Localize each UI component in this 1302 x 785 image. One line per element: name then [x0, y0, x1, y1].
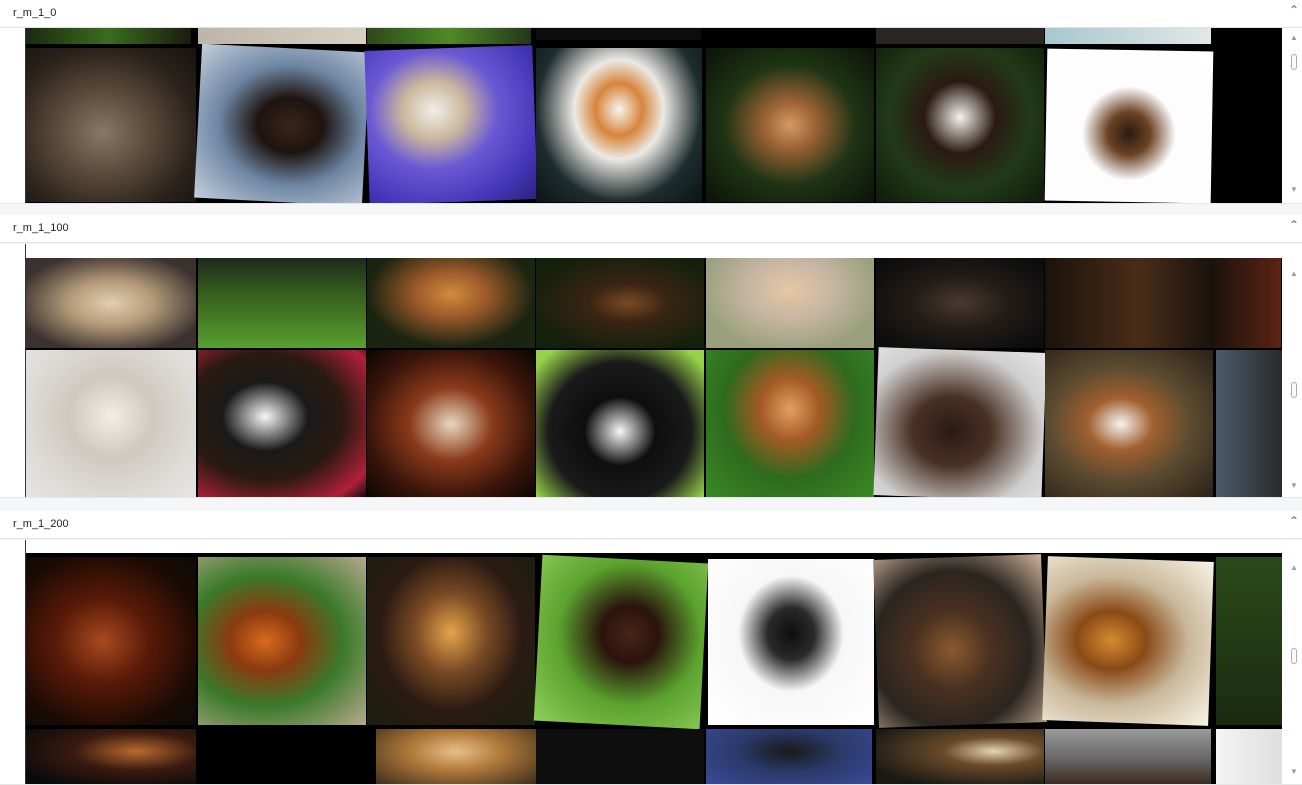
chevron-up-icon[interactable]: ⌃ — [1288, 219, 1300, 231]
triangle-down-icon[interactable]: ▼ — [1290, 186, 1298, 194]
dog-image-tile — [873, 554, 1047, 728]
dog-image-tile — [1045, 729, 1211, 784]
dog-image-tile — [873, 347, 1047, 497]
triangle-up-icon[interactable]: ▲ — [1290, 564, 1298, 572]
dog-image-tile — [706, 258, 874, 348]
image-grid-panel: ▲ ▼ — [0, 244, 1302, 498]
dog-image-tile — [706, 48, 874, 202]
dog-image-tile — [536, 258, 704, 348]
scrollbar-thumb[interactable] — [1291, 648, 1297, 664]
panel-header-r_m_1_0[interactable]: r_m_1_0 ⌃ — [0, 0, 1302, 28]
dog-image-tile — [367, 350, 535, 497]
dog-image-tile — [876, 729, 1044, 784]
dog-image-tile — [194, 43, 370, 203]
dog-image-tile — [367, 28, 531, 44]
dog-image-tile — [26, 557, 196, 725]
dog-image-tile — [26, 258, 196, 348]
dog-image-tile — [1216, 557, 1282, 725]
dog-image-tile — [198, 557, 366, 725]
dog-image-tile — [26, 350, 196, 497]
dog-image-tile — [1045, 350, 1213, 497]
panel-header-r_m_1_200[interactable]: r_m_1_200 ⌃ — [0, 511, 1302, 539]
dog-image-tile — [367, 557, 535, 725]
image-grid — [26, 28, 1282, 203]
dog-image-tile — [536, 729, 704, 784]
dog-image-tile — [876, 28, 1044, 44]
triangle-up-icon[interactable]: ▲ — [1290, 270, 1298, 278]
dog-image-tile — [706, 729, 872, 784]
dog-image-tile — [26, 729, 196, 784]
chevron-up-icon[interactable]: ⌃ — [1288, 4, 1300, 16]
panel-title: r_m_1_100 — [13, 222, 69, 234]
dog-image-tile — [876, 48, 1044, 202]
dog-image-tile — [1044, 48, 1214, 203]
dog-image-tile — [708, 559, 874, 725]
dog-image-tile — [876, 258, 1044, 348]
dog-image-tile — [1045, 28, 1211, 44]
dog-image-tile — [198, 28, 366, 44]
triangle-down-icon[interactable]: ▼ — [1290, 768, 1298, 776]
dog-image-tile — [367, 258, 535, 348]
dog-image-tile — [376, 729, 536, 784]
scrollbar[interactable]: ▲ ▼ — [1286, 244, 1302, 497]
image-grid-panel: ▲ ▼ — [0, 540, 1302, 785]
dog-image-tile — [198, 350, 366, 497]
dog-image-tile — [1045, 258, 1281, 348]
dog-image-tile — [1216, 350, 1282, 497]
dog-image-tile — [1216, 729, 1282, 784]
scrollbar[interactable]: ▲ ▼ — [1286, 28, 1302, 203]
image-grid-panel: ▲ ▼ — [0, 28, 1302, 204]
triangle-up-icon[interactable]: ▲ — [1290, 34, 1298, 42]
dog-image-tile — [26, 28, 191, 44]
triangle-down-icon[interactable]: ▼ — [1290, 482, 1298, 490]
scrollbar-thumb[interactable] — [1291, 382, 1297, 398]
dog-image-tile — [536, 48, 702, 202]
panel-title: r_m_1_200 — [13, 518, 69, 530]
dog-image-tile — [536, 350, 704, 497]
panel-header-r_m_1_100[interactable]: r_m_1_100 ⌃ — [0, 215, 1302, 243]
dog-image-tile — [706, 350, 874, 497]
image-grid — [26, 553, 1282, 784]
dog-image-tile — [536, 28, 701, 40]
scrollbar-thumb[interactable] — [1291, 54, 1297, 70]
dog-image-tile — [26, 48, 196, 202]
dog-image-tile — [198, 258, 366, 348]
dog-image-tile — [533, 554, 709, 730]
scrollbar[interactable]: ▲ ▼ — [1286, 540, 1302, 784]
dog-image-tile — [1042, 556, 1214, 726]
chevron-up-icon[interactable]: ⌃ — [1288, 515, 1300, 527]
image-grid — [26, 258, 1282, 497]
panel-title: r_m_1_0 — [13, 7, 57, 19]
dog-image-tile — [364, 45, 538, 203]
